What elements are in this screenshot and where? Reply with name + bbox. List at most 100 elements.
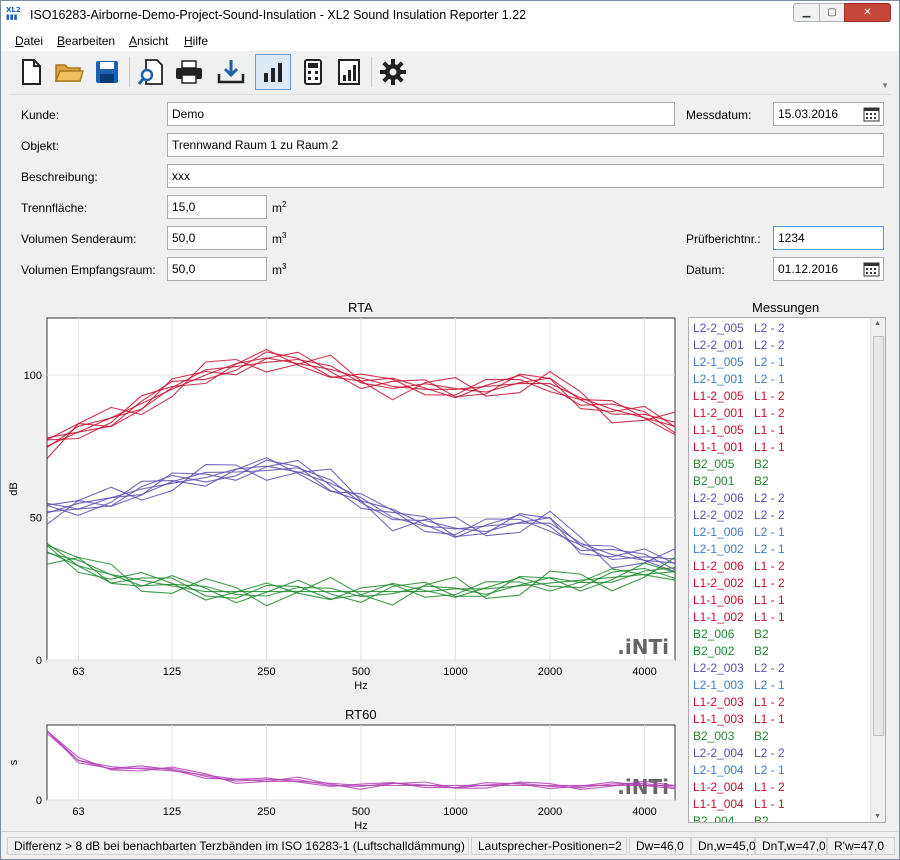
beschreibung-field[interactable]: xxx [167, 164, 884, 188]
trennflaeche-unit: m2 [272, 200, 287, 215]
import-icon[interactable] [213, 54, 249, 90]
settings-icon[interactable] [375, 54, 411, 90]
measurement-name: L1-1_006 [693, 593, 744, 607]
pruefbericht-label: Prüfberichtnr.: [686, 232, 761, 246]
measurement-position: L1 - 2 [754, 559, 785, 573]
measurement-position: L2 - 1 [754, 525, 785, 539]
measurement-position: L2 - 2 [754, 491, 785, 505]
close-button[interactable]: ✕ [844, 3, 891, 22]
menu-ansicht[interactable]: Ansicht [129, 34, 168, 48]
measurement-name: L1-1_002 [693, 610, 744, 624]
measurement-name: L2-1_002 [693, 542, 744, 556]
measurement-position: L2 - 2 [754, 338, 785, 352]
report-icon[interactable] [331, 54, 367, 90]
measurement-name: B2_006 [693, 627, 735, 641]
y-axis-label: s [8, 759, 20, 765]
measurement-name: L1-1_003 [693, 712, 744, 726]
scroll-down-icon[interactable]: ▼ [874, 813, 881, 820]
x-tick-label: 125 [163, 806, 181, 818]
app-window: XL2 ▮▮▮ ISO16283-Airborne-Demo-Project-So… [0, 0, 900, 860]
menu-datei[interactable]: Datei [15, 34, 43, 48]
measurement-name: L2-2_005 [693, 321, 744, 335]
calendar-icon[interactable] [863, 261, 880, 277]
measurement-position: L2 - 1 [754, 542, 785, 556]
volumen-empfangsraum-field[interactable]: 50,0 [167, 257, 267, 281]
print-preview-icon[interactable] [133, 54, 169, 90]
menu-bar: Datei Bearbeiten Ansicht Hilfe [1, 31, 899, 51]
measurement-name: L1-2_003 [693, 695, 744, 709]
messdatum-label: Messdatum: [686, 108, 752, 122]
new-file-icon[interactable] [13, 54, 49, 90]
measurement-position: L1 - 1 [754, 593, 785, 607]
calculator-icon[interactable] [295, 54, 331, 90]
scrollbar-thumb[interactable] [873, 336, 884, 736]
measurement-position: B2 [754, 814, 769, 823]
measurement-name: L1-2_006 [693, 559, 744, 573]
measurement-position: L2 - 2 [754, 508, 785, 522]
volumen-senderaum-field[interactable]: 50,0 [167, 226, 267, 250]
measurement-name: L2-2_002 [693, 508, 744, 522]
x-tick-label: 250 [257, 666, 275, 678]
messdatum-field[interactable]: 15.03.2016 [773, 102, 884, 126]
calendar-icon[interactable] [863, 106, 880, 122]
bar-chart-icon[interactable] [255, 54, 291, 90]
measurement-name: L2-2_001 [693, 338, 744, 352]
maximize-button[interactable]: ▢ [819, 3, 845, 22]
trennflaeche-label: Trennfläche: [21, 201, 88, 215]
toolbar-overflow-icon[interactable]: ▼ [881, 81, 889, 90]
y-tick-label: 0 [36, 795, 42, 807]
x-tick-label: 63 [72, 666, 84, 678]
measurement-name: L2-1_003 [693, 678, 744, 692]
status-dw: Dw=46,0 [629, 837, 691, 855]
xl2-app-icon: XL2 ▮▮▮ [6, 6, 21, 21]
x-tick-label: 2000 [538, 666, 562, 678]
x-axis-label: Hz [354, 820, 367, 829]
datum-field[interactable]: 01.12.2016 [773, 257, 884, 281]
measurement-position: L2 - 1 [754, 678, 785, 692]
print-icon[interactable] [171, 54, 207, 90]
list-scrollbar[interactable]: ▲ ▼ [870, 318, 885, 822]
measurement-position: L1 - 1 [754, 797, 785, 811]
measurement-name: L2-2_003 [693, 661, 744, 675]
kunde-field[interactable]: Demo [167, 102, 675, 126]
status-rw: R'w=47,0 [827, 837, 895, 855]
measurement-name: L2-1_006 [693, 525, 744, 539]
measurement-position: L1 - 2 [754, 695, 785, 709]
status-warning: Differenz > 8 dB bei benachbarten Terzbä… [7, 837, 469, 855]
x-tick-label: 63 [72, 806, 84, 818]
pruefbericht-field[interactable]: 1234 [773, 226, 884, 250]
trennflaeche-field[interactable]: 15,0 [167, 195, 267, 219]
save-icon[interactable] [89, 54, 125, 90]
measurement-position: L2 - 2 [754, 746, 785, 760]
open-folder-icon[interactable] [51, 54, 87, 90]
status-dntw: DnT,w=47,0 [755, 837, 827, 855]
measurement-position: L2 - 1 [754, 763, 785, 777]
minimize-button[interactable]: ▁ [793, 3, 820, 22]
measurement-name: B2_001 [693, 474, 735, 488]
measurement-position: B2 [754, 729, 769, 743]
messungen-list[interactable]: B2_004 B2 L1-1_004 L1 - 1 L1-2_004 L1 - 2 L2-1… [688, 317, 886, 823]
x-tick-label: 1000 [443, 666, 467, 678]
measurement-position: L1 - 2 [754, 389, 785, 403]
measurement-name: L1-2_005 [693, 389, 744, 403]
rt60-chart: 63 125 250 500 1000 2000 40000Hzs.iNTi [8, 724, 676, 829]
menu-bearbeiten[interactable]: Bearbeiten [57, 34, 115, 48]
x-tick-label: 2000 [538, 806, 562, 818]
rta-chart: 63 125 250 500 1000 2000 4000100500HzdB.iNTi [8, 317, 676, 692]
measurement-name: B2_004 [693, 814, 735, 823]
measurement-name: L1-2_002 [693, 576, 744, 590]
x-axis-label: Hz [354, 680, 367, 692]
objekt-field[interactable]: Trennwand Raum 1 zu Raum 2 [167, 133, 884, 157]
volumen-empfangsraum-unit: m3 [272, 262, 287, 277]
x-tick-label: 4000 [632, 666, 656, 678]
beschreibung-label: Beschreibung: [21, 170, 98, 184]
measurement-position: B2 [754, 474, 769, 488]
menu-hilfe[interactable]: Hilfe [184, 34, 208, 48]
measurement-name: L1-2_004 [693, 780, 744, 794]
measurement-position: L2 - 1 [754, 372, 785, 386]
x-tick-label: 125 [163, 666, 181, 678]
toolbar-separator [129, 57, 130, 87]
measurement-position: B2 [754, 627, 769, 641]
scroll-up-icon[interactable]: ▲ [874, 320, 881, 327]
window-title: ISO16283-Airborne-Demo-Project-Sound-Ins… [30, 8, 527, 22]
